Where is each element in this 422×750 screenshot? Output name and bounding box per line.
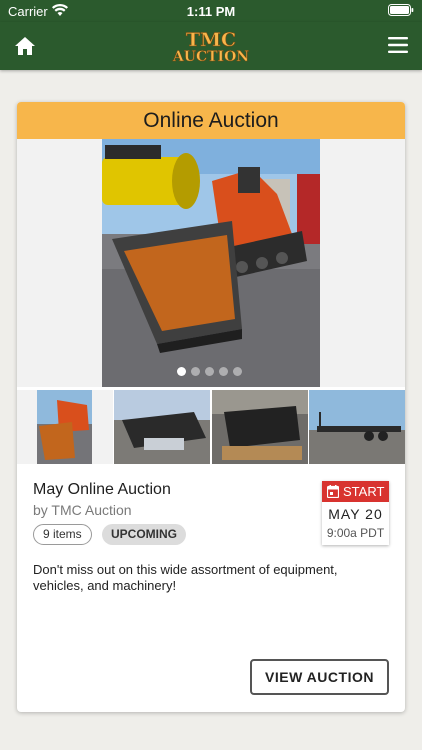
- logo-line2: AUCTION: [172, 49, 249, 65]
- hamburger-menu-icon[interactable]: [388, 36, 408, 54]
- carousel-dot[interactable]: [177, 367, 186, 376]
- carousel-dots: [177, 367, 247, 377]
- view-auction-button[interactable]: VIEW AUCTION: [250, 659, 389, 695]
- auction-description: Don't miss out on this wide assortment o…: [33, 562, 338, 593]
- start-date-header: START: [322, 481, 389, 502]
- auction-title: May Online Auction: [33, 481, 171, 498]
- thumbnail[interactable]: [114, 390, 210, 464]
- clock: 1:11 PM: [186, 4, 236, 19]
- thumbnail[interactable]: [309, 390, 405, 464]
- home-icon[interactable]: [13, 34, 37, 58]
- battery-icon: [388, 4, 414, 16]
- carousel-dot[interactable]: [191, 367, 200, 376]
- status-bar: Carrier 1:11 PM: [0, 0, 422, 22]
- thumbnail[interactable]: [212, 390, 308, 464]
- card-header: Online Auction: [17, 102, 405, 139]
- thumbnail[interactable]: [17, 390, 113, 464]
- start-time: 9:00a PDT: [326, 526, 385, 540]
- start-date-box: START MAY 20 9:00a PDT: [322, 481, 389, 545]
- nav-bar: TMC AUCTION: [0, 22, 422, 70]
- tmc-auction-logo[interactable]: TMC AUCTION: [152, 27, 270, 65]
- image-carousel[interactable]: [17, 139, 405, 387]
- carousel-dot[interactable]: [205, 367, 214, 376]
- calendar-icon: [327, 485, 339, 498]
- items-count-badge: 9 items: [33, 524, 92, 545]
- auction-card[interactable]: Online Auction May Online Auction by TMC…: [17, 102, 405, 712]
- carousel-dot[interactable]: [219, 367, 228, 376]
- status-badge: UPCOMING: [102, 524, 186, 545]
- carousel-dot[interactable]: [233, 367, 242, 376]
- start-day: MAY 20: [328, 506, 383, 522]
- logo-line1: TMC: [186, 29, 236, 51]
- main-auction-image[interactable]: [102, 139, 320, 387]
- start-label: START: [343, 484, 385, 499]
- thumbnail-strip: [17, 390, 405, 464]
- auction-byline: by TMC Auction: [33, 502, 132, 518]
